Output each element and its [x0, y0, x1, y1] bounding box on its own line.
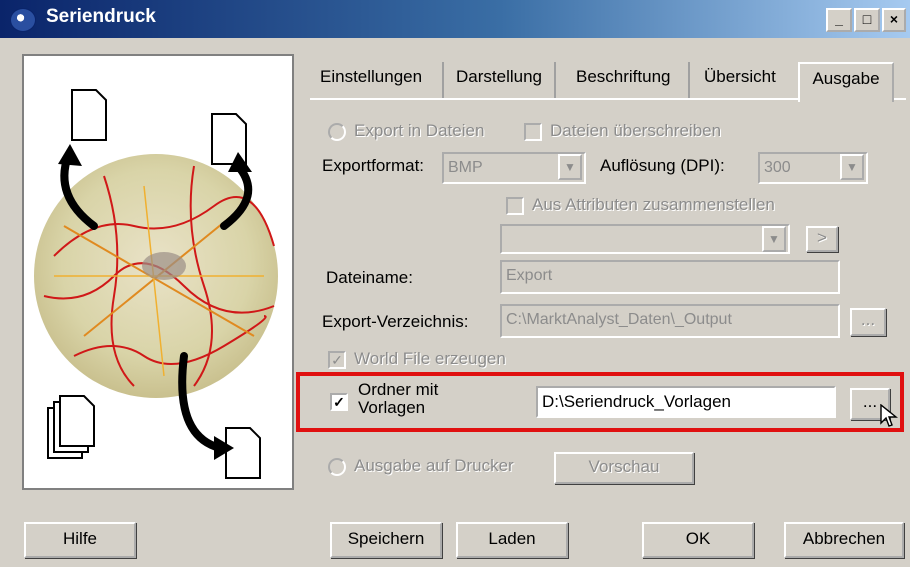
tab-einstellungen[interactable]: Einstellungen — [320, 62, 444, 98]
templates-checkbox[interactable]: ✓ — [330, 393, 348, 411]
dpi-label: Auflösung (DPI): — [600, 156, 725, 175]
mouse-cursor-icon — [880, 404, 898, 427]
attrib-next-button[interactable]: > — [806, 226, 838, 252]
chevron-down-icon[interactable]: ▼ — [762, 226, 786, 252]
close-icon[interactable]: × — [882, 8, 906, 32]
map-icon — [34, 89, 278, 479]
tab-uebersicht[interactable]: Übersicht — [704, 62, 794, 98]
help-button[interactable]: Hilfe — [24, 522, 136, 558]
dpi-value: 300 — [764, 159, 791, 176]
templates-label-line2: Vorlagen — [358, 398, 426, 417]
overwrite-checkbox[interactable] — [524, 123, 542, 141]
overwrite-label: Dateien überschreiben — [550, 121, 722, 140]
templates-path-input[interactable]: D:\Seriendruck_Vorlagen — [536, 386, 836, 418]
chevron-down-icon[interactable]: ▼ — [558, 154, 582, 180]
preview-panel — [22, 54, 294, 490]
filename-label: Dateiname: — [326, 268, 413, 287]
export-dir-input[interactable]: C:\MarktAnalyst_Daten\_Output — [500, 304, 840, 338]
export-dir-browse-button[interactable]: ... — [850, 308, 886, 336]
app-icon[interactable] — [10, 8, 36, 32]
chevron-down-icon[interactable]: ▼ — [840, 154, 864, 180]
export-dir-label: Export-Verzeichnis: — [322, 312, 469, 331]
tab-darstellung[interactable]: Darstellung — [456, 62, 556, 98]
export-format-value: BMP — [448, 159, 483, 176]
tab-ausgabe[interactable]: Ausgabe — [798, 62, 894, 102]
maximize-icon[interactable]: □ — [854, 8, 880, 32]
save-button[interactable]: Speichern — [330, 522, 442, 558]
attrib-label: Aus Attributen zusammenstellen — [532, 195, 775, 214]
cancel-button[interactable]: Abbrechen — [784, 522, 904, 558]
tab-beschriftung[interactable]: Beschriftung — [576, 62, 690, 98]
export-files-radio[interactable] — [328, 123, 346, 141]
window-title: Seriendruck — [46, 6, 156, 27]
preview-button[interactable]: Vorschau — [554, 452, 694, 484]
templates-label: Ordner mit Vorlagen — [358, 381, 438, 417]
minimize-icon[interactable]: _ — [826, 8, 852, 32]
worldfile-checkbox[interactable]: ✓ — [328, 351, 346, 369]
printer-radio[interactable] — [328, 458, 346, 476]
printer-label: Ausgabe auf Drucker — [354, 456, 514, 475]
attrib-select[interactable] — [500, 224, 790, 254]
ok-button[interactable]: OK — [642, 522, 754, 558]
load-button[interactable]: Laden — [456, 522, 568, 558]
export-files-label: Export in Dateien — [354, 121, 485, 140]
worldfile-label: World File erzeugen — [354, 349, 506, 368]
templates-label-line1: Ordner mit — [358, 380, 439, 399]
attrib-checkbox[interactable] — [506, 197, 524, 215]
filename-input[interactable]: Export — [500, 260, 840, 294]
export-format-label: Exportformat: — [322, 156, 425, 175]
